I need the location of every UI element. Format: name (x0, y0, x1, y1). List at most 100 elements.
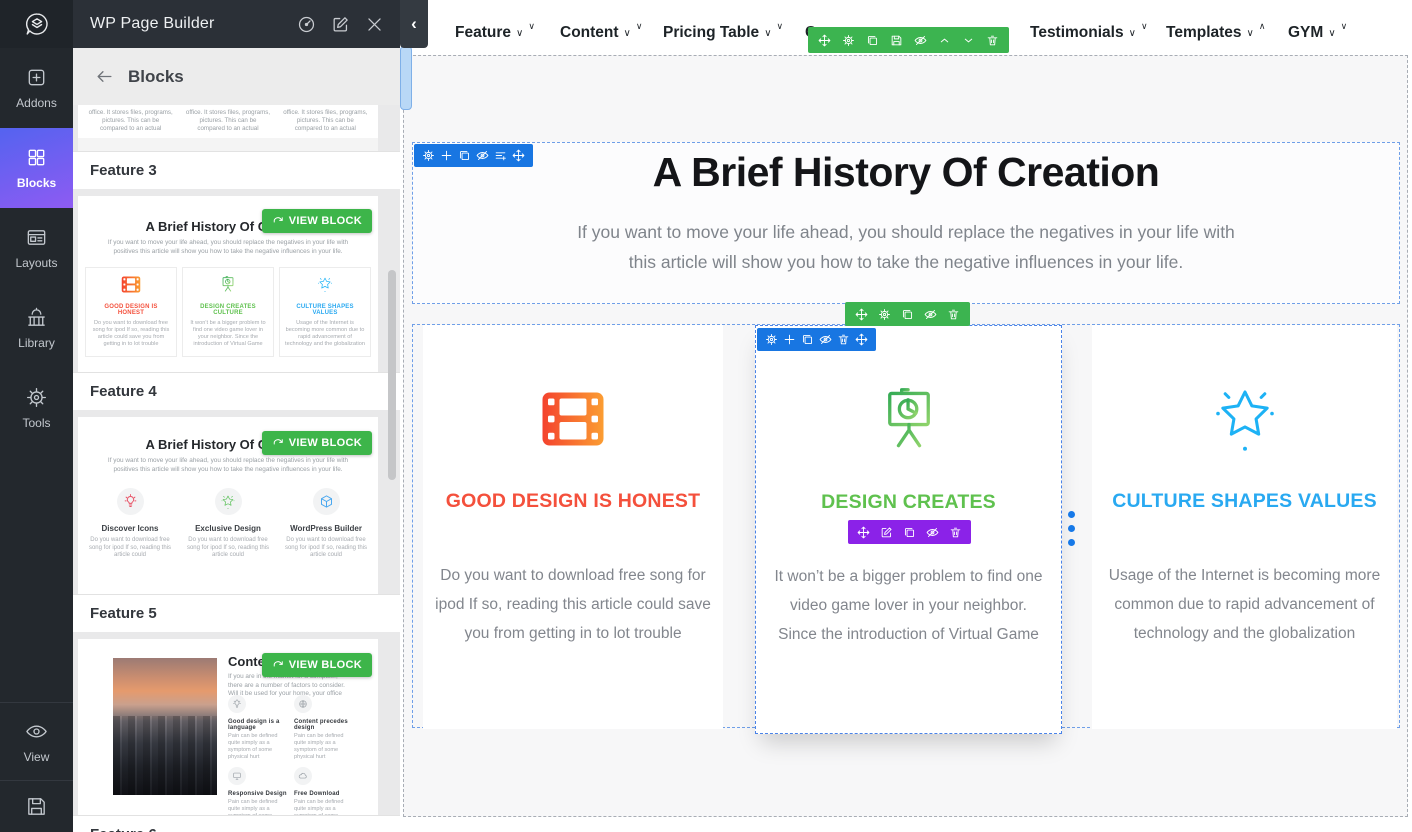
gear-icon (842, 34, 855, 47)
collapse-panel-button[interactable]: ‹ (400, 0, 428, 48)
trash-icon (947, 308, 960, 321)
nav-item-pricing-table[interactable]: Pricing Table ∨∨ (663, 24, 783, 42)
column-culture-shapes[interactable]: CULTURE SHAPES VALUES Usage of the Inter… (1092, 325, 1397, 729)
back-arrow-icon[interactable] (95, 67, 114, 86)
section-edge-handle[interactable] (400, 46, 412, 110)
chevron-left-icon: ‹ (411, 14, 417, 34)
nav-item-content[interactable]: Content ∨∨ (560, 24, 642, 42)
trash-button[interactable] (837, 333, 850, 346)
chev-down-button[interactable] (962, 34, 975, 47)
copy-button[interactable] (901, 308, 914, 321)
speed-gauge-icon[interactable] (297, 15, 316, 34)
eye-off-button[interactable] (924, 308, 937, 321)
monitor-icon (232, 771, 242, 781)
eye-off-button[interactable] (819, 333, 832, 346)
sidebar-item-tools[interactable]: Tools (0, 368, 73, 448)
copy-button[interactable] (903, 526, 916, 539)
trash-button[interactable] (986, 34, 999, 47)
column-resize-handle[interactable] (1068, 511, 1075, 546)
eye-off-button[interactable] (476, 149, 489, 162)
chevron-down-icon: ∨ (1129, 28, 1136, 39)
copy-button[interactable] (801, 333, 814, 346)
mini-feature-item: Content precedes design Pain can be defi… (294, 695, 356, 761)
block-card-feature-5[interactable]: VIEW BLOCK A Brief History Of Creation I… (78, 417, 378, 594)
eye-off-button[interactable] (926, 526, 939, 539)
plus-button[interactable] (440, 149, 453, 162)
sidebar-item-view[interactable]: View (0, 702, 73, 780)
page-section[interactable]: A Brief History Of Creation If you want … (403, 55, 1408, 817)
edit-button[interactable] (880, 526, 893, 539)
panel-scrollbar-thumb[interactable] (388, 270, 396, 480)
app-logo[interactable] (0, 0, 73, 48)
film-icon (541, 391, 605, 447)
layouts-window-icon (25, 226, 48, 249)
view-block-button[interactable]: VIEW BLOCK (262, 209, 372, 233)
heading-widget[interactable]: A Brief History Of Creation If you want … (412, 142, 1400, 304)
columns-row[interactable]: GOOD DESIGN IS HONEST Do you want to dow… (412, 324, 1400, 728)
nav-item-feature[interactable]: Feature ∨∨ (455, 24, 535, 42)
move-button[interactable] (857, 526, 870, 539)
move-button[interactable] (855, 333, 868, 346)
nav-item-testimonials[interactable]: Testimonials ∨∨ (1030, 24, 1148, 42)
sidebar-item-blocks[interactable]: Blocks (0, 128, 73, 208)
view-arrow-icon (272, 437, 284, 449)
chev-up-icon (938, 34, 951, 47)
view-block-button[interactable]: VIEW BLOCK (262, 653, 372, 677)
bulb-icon (232, 699, 242, 709)
chevron-up-small-icon: ∧ (1259, 21, 1266, 32)
move-button[interactable] (512, 149, 525, 162)
gear-button[interactable] (842, 34, 855, 47)
trash-button[interactable] (947, 308, 960, 321)
eye-off-button[interactable] (914, 34, 927, 47)
block-label-feature-4: Feature 4 (73, 372, 400, 410)
globe-icon (298, 699, 308, 709)
chevron-down-small-icon: ∨ (1141, 21, 1148, 32)
chevron-down-small-icon: ∨ (528, 21, 535, 32)
copy-button[interactable] (458, 149, 471, 162)
view-block-button[interactable]: VIEW BLOCK (262, 431, 372, 455)
column-good-design[interactable]: GOOD DESIGN IS HONEST Do you want to dow… (423, 325, 723, 729)
edit-icon (880, 526, 893, 539)
trash-button[interactable] (949, 526, 962, 539)
eye-icon (25, 720, 48, 743)
block-card-feature-3[interactable]: office. It stores files, programs, pictu… (78, 105, 378, 151)
film-icon (121, 276, 141, 293)
plus-button[interactable] (783, 333, 796, 346)
move-button[interactable] (818, 34, 831, 47)
presentation-icon (874, 387, 944, 453)
gear-button[interactable] (878, 308, 891, 321)
tools-gear-icon (25, 386, 48, 409)
close-icon[interactable] (365, 15, 384, 34)
nav-item-templates[interactable]: Templates ∨∧ (1166, 24, 1265, 42)
city-photo (113, 658, 217, 795)
save-button[interactable] (0, 780, 73, 832)
blocks-grid-icon (25, 146, 48, 169)
chevron-down-icon: ∨ (516, 28, 523, 39)
move-button[interactable] (855, 308, 868, 321)
mini-feature-circle: Discover Icons Do you want to download f… (85, 488, 175, 560)
nav-item-gym[interactable]: GYM ∨∨ (1288, 24, 1347, 42)
builder-header: WP Page Builder (73, 0, 400, 48)
copy-icon (801, 333, 814, 346)
mini-feature-circle: WordPress Builder Do you want to downloa… (281, 488, 371, 560)
chev-up-button[interactable] (938, 34, 951, 47)
sidebar-item-layouts[interactable]: Layouts (0, 208, 73, 288)
trash-icon (949, 526, 962, 539)
blocks-panel: Blocks office. It stores files, programs… (73, 48, 400, 832)
sidebar-item-addons[interactable]: Addons (0, 48, 73, 128)
sidebar-item-library[interactable]: Library (0, 288, 73, 368)
gear-button[interactable] (422, 149, 435, 162)
block-card-feature-6[interactable]: VIEW BLOCK Content If you are in the mar… (78, 639, 378, 815)
mini-feature-circle: Exclusive Design Do you want to download… (183, 488, 273, 560)
block-card-feature-4[interactable]: VIEW BLOCK A Brief History Of Creation I… (78, 196, 378, 372)
save-button[interactable] (890, 34, 903, 47)
edit-icon[interactable] (331, 15, 350, 34)
chevron-down-icon: ∨ (624, 28, 631, 39)
gear-button[interactable] (765, 333, 778, 346)
star-icon (316, 276, 334, 293)
rows-button[interactable] (494, 149, 507, 162)
chev-down-icon (962, 34, 975, 47)
column-design-creates[interactable]: DESIGN CREATES It won’t be a bigger prob… (755, 325, 1062, 734)
copy-button[interactable] (866, 34, 879, 47)
copy-icon (458, 149, 471, 162)
